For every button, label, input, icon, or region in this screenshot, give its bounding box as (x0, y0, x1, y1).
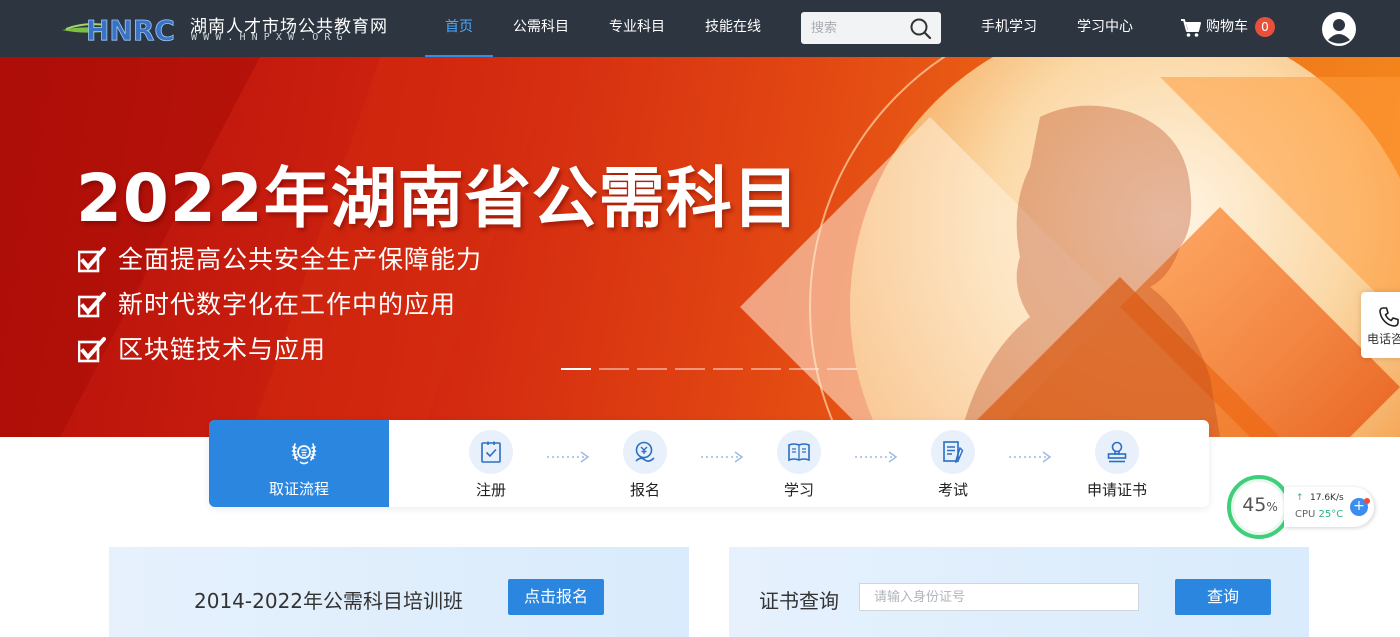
nav-professional-subjects[interactable]: 专业科目 (599, 0, 675, 57)
id-number-input[interactable] (859, 583, 1139, 611)
site-logo[interactable]: HNRC 湖南人才市场公共教育网 WWW.HNPXW.ORG (60, 10, 410, 48)
banner-bullet-text: 区块链技术与应用 (118, 335, 327, 364)
step-icon-circle (931, 430, 975, 474)
user-avatar-icon[interactable] (1322, 12, 1356, 46)
process-step-label: 注册 (475, 481, 506, 499)
carousel-dot[interactable] (561, 368, 591, 370)
step-icon-circle (777, 430, 821, 474)
training-card-title: 2014-2022年公需科目培训班 (194, 589, 464, 613)
dotted-arrow-icon (1009, 451, 1052, 463)
upload-arrow-icon: ↑ (1296, 493, 1304, 503)
dotted-arrow-icon (547, 451, 590, 463)
hero-banner[interactable]: 2022年湖南省公需科目 全面提高公共安全生产保障能力 新时代数字化在工作中的应… (0, 57, 1400, 437)
search-box (801, 12, 941, 44)
process-step-label: 学习 (783, 481, 814, 499)
usage-percent-value: 45 (1242, 494, 1267, 516)
signup-icon (635, 441, 655, 462)
carousel-dot[interactable] (789, 368, 819, 370)
nav-public-subjects[interactable]: 公需科目 (503, 0, 579, 57)
step-icon-circle (623, 430, 667, 474)
phone-consult-label: 电话咨询 (1367, 332, 1400, 346)
carousel-dot[interactable] (599, 368, 629, 370)
network-speed: 17.6K/s (1310, 493, 1344, 503)
process-step-register[interactable]: 注册 (451, 430, 531, 500)
process-step-label: 考试 (937, 481, 968, 499)
phone-consult-button[interactable]: 电话咨询 (1361, 292, 1400, 358)
usage-percent: 45% (1240, 494, 1280, 516)
process-step-label: 申请证书 (1086, 481, 1147, 499)
dotted-arrow-icon (701, 451, 744, 463)
signup-button[interactable]: 点击报名 (508, 579, 604, 615)
checkbox-checked-icon (78, 292, 106, 318)
cpu-readout: CPU 25°C (1295, 509, 1343, 520)
clipboard-check-icon (481, 441, 501, 463)
cart-label: 购物车 (1206, 19, 1248, 35)
checkbox-checked-icon (78, 247, 106, 273)
training-card: 2014-2022年公需科目培训班 点击报名 (109, 547, 689, 637)
top-navbar: HNRC 湖南人才市场公共教育网 WWW.HNPXW.ORG 首页 公需科目 专… (0, 0, 1400, 57)
phone-icon (1379, 307, 1399, 327)
laurel-badge-icon (291, 443, 317, 465)
process-step-signup[interactable]: 报名 (605, 430, 685, 500)
cpu-temperature: 25°C (1318, 509, 1344, 520)
process-step-study[interactable]: 学习 (759, 430, 839, 500)
nav-learning-center[interactable]: 学习中心 (1067, 0, 1143, 57)
certificate-query-card: 证书查询 查询 (729, 547, 1309, 637)
certification-process-bar: 取证流程 注册 报名 学习 考试 申请证书 (209, 420, 1209, 507)
search-icon[interactable] (909, 17, 933, 39)
logo-subtitle: WWW.HNPXW.ORG (191, 32, 349, 43)
monitor-panel: ↑ 17.6K/s CPU 25°C + (1284, 487, 1374, 527)
book-icon (788, 443, 810, 462)
search-input[interactable] (801, 12, 906, 44)
certificate-query-title: 证书查询 (759, 589, 839, 613)
process-header-label: 取证流程 (268, 480, 329, 498)
exam-icon (943, 441, 964, 464)
carousel-dot[interactable] (637, 368, 667, 370)
nav-skills-online[interactable]: 技能在线 (695, 0, 771, 57)
system-monitor-widget[interactable]: 45% ↑ 17.6K/s CPU 25°C + (1226, 474, 1376, 540)
step-icon-circle (1095, 430, 1139, 474)
svg-text:HNRC: HNRC (86, 14, 175, 44)
shopping-cart-icon (1181, 19, 1201, 37)
certificate-stamp-icon (1107, 441, 1127, 463)
carousel-dot[interactable] (751, 368, 781, 370)
step-icon-circle (469, 430, 513, 474)
process-step-label: 报名 (629, 481, 660, 499)
carousel-dot[interactable] (675, 368, 705, 370)
process-step-apply-certificate[interactable]: 申请证书 (1077, 430, 1157, 500)
banner-bullet-text: 全面提高公共安全生产保障能力 (118, 245, 483, 274)
process-step-exam[interactable]: 考试 (913, 430, 993, 500)
carousel-dot[interactable] (713, 368, 743, 370)
query-button[interactable]: 查询 (1175, 579, 1271, 615)
checkbox-checked-icon (78, 337, 106, 363)
cpu-label: CPU (1295, 509, 1316, 520)
hnrc-logo-mark: HNRC (62, 14, 175, 44)
usage-percent-unit: % (1266, 500, 1278, 514)
cart-count-badge: 0 (1255, 17, 1275, 37)
banner-bullet-text: 新时代数字化在工作中的应用 (118, 290, 457, 319)
nav-mobile-learning[interactable]: 手机学习 (971, 0, 1047, 57)
notification-dot (1364, 498, 1370, 504)
nav-home[interactable]: 首页 (425, 0, 493, 57)
banner-title: 2022年湖南省公需科目 (76, 160, 800, 237)
carousel-dot[interactable] (827, 368, 857, 370)
dotted-arrow-icon (855, 451, 898, 463)
process-header: 取证流程 (209, 420, 389, 507)
